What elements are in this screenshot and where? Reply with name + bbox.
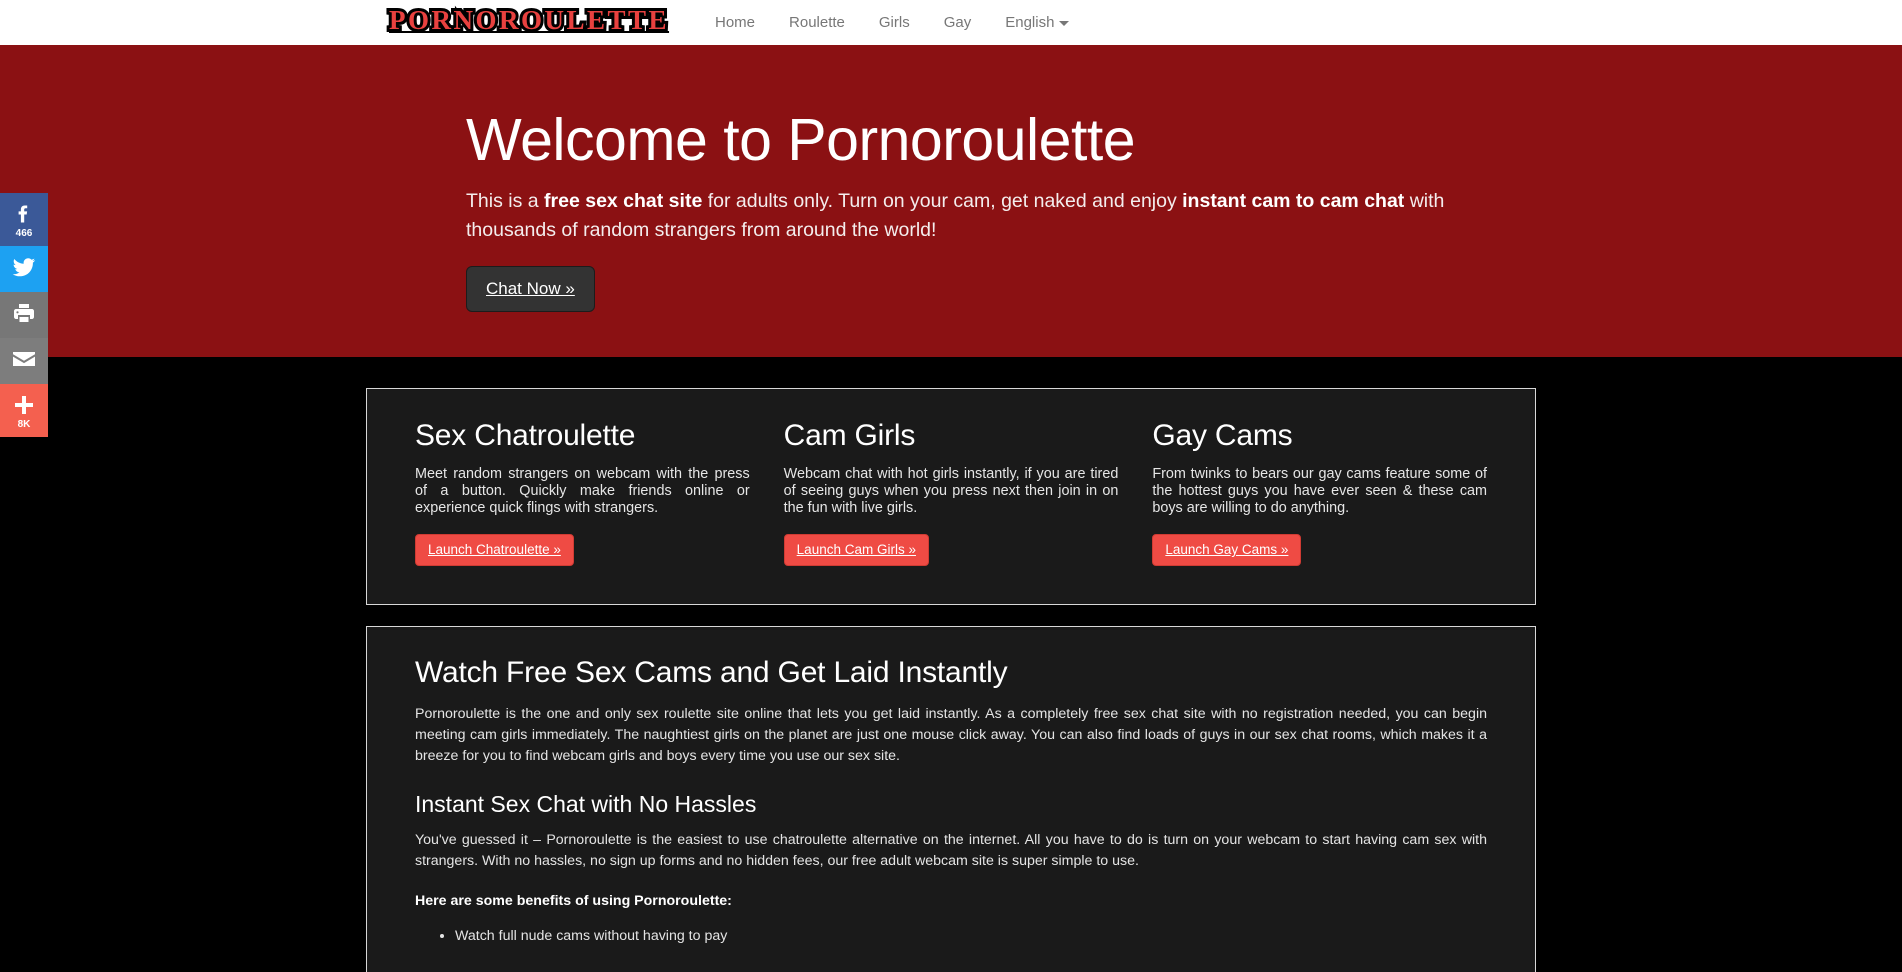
page-title: Welcome to Pornoroulette: [466, 107, 1136, 173]
facebook-icon: [0, 202, 48, 228]
share-button-twitter[interactable]: [0, 246, 48, 292]
chat-now-button[interactable]: Chat Now »: [466, 266, 595, 312]
printer-icon: [0, 301, 48, 327]
launch-cam-girls-button[interactable]: Launch Cam Girls »: [783, 534, 929, 566]
nav-item-home[interactable]: Home: [698, 0, 772, 45]
hero-text-bold-1: free sex chat site: [544, 190, 703, 212]
feature-description: Meet random strangers on webcam with the…: [415, 466, 750, 516]
launch-chatroulette-button[interactable]: Launch Chatroulette »: [415, 534, 574, 566]
features-panel: Sex Chatroulette Meet random strangers o…: [366, 388, 1536, 605]
social-share-rail: 466 8K: [0, 193, 48, 437]
feature-description: Webcam chat with hot girls instantly, if…: [783, 466, 1119, 516]
nav-item-roulette[interactable]: Roulette: [772, 0, 862, 45]
benefits-list: Watch full nude cams without having to p…: [415, 926, 1487, 947]
feature-title: Cam Girls: [783, 419, 916, 452]
facebook-share-count: 466: [15, 228, 33, 239]
nav-item-language[interactable]: English: [988, 0, 1086, 45]
share-button-print[interactable]: [0, 292, 48, 338]
chevron-down-icon: [1059, 20, 1070, 26]
twitter-icon: [0, 255, 48, 281]
article-paragraph-2: You've guessed it – Pornoroulette is the…: [415, 832, 1487, 869]
feature-title: Gay Cams: [1152, 419, 1293, 452]
language-label: English: [1005, 14, 1055, 31]
hero-text-1: This is a: [466, 190, 545, 212]
launch-gay-cams-button[interactable]: Launch Gay Cams »: [1152, 534, 1302, 566]
feature-card-chatroulette: Sex Chatroulette Meet random strangers o…: [415, 419, 784, 566]
article-panel: Watch Free Sex Cams and Get Laid Instant…: [366, 626, 1536, 972]
hero-description: This is a free sex chat site for adults …: [466, 187, 1502, 245]
share-button-more[interactable]: 8K: [0, 384, 48, 437]
feature-card-gay-cams: Gay Cams From twinks to bears our gay ca…: [1152, 419, 1487, 566]
site-logo[interactable]: PORNOROULETTE: [385, 2, 673, 38]
top-navbar: PORNOROULETTE Home Roulette Girls Gay En…: [0, 0, 1902, 47]
share-button-facebook[interactable]: 466: [0, 193, 48, 246]
article-heading: Watch Free Sex Cams and Get Laid Instant…: [415, 656, 1008, 689]
more-share-count: 8K: [17, 419, 31, 430]
feature-description: From twinks to bears our gay cams featur…: [1152, 466, 1488, 516]
plus-icon: [0, 393, 48, 419]
feature-card-cam-girls: Cam Girls Webcam chat with hot girls ins…: [783, 419, 1153, 566]
article-subheading: Instant Sex Chat with No Hassles: [415, 791, 757, 817]
feature-title: Sex Chatroulette: [415, 419, 636, 452]
hero-container: Welcome to Pornoroulette This is a free …: [385, 107, 1517, 312]
article-paragraph-1: Pornoroulette is the one and only sex ro…: [415, 706, 1487, 764]
nav-item-gay[interactable]: Gay: [927, 0, 989, 45]
share-button-email[interactable]: [0, 338, 48, 384]
hero-text-bold-2: instant cam to cam chat: [1182, 190, 1405, 212]
envelope-icon: [0, 347, 48, 373]
hero-banner: Welcome to Pornoroulette This is a free …: [0, 47, 1902, 357]
list-item: Watch full nude cams without having to p…: [455, 926, 1487, 947]
benefits-intro: Here are some benefits of using Pornorou…: [415, 893, 732, 909]
main-navigation: Home Roulette Girls Gay English: [698, 0, 1086, 45]
hero-text-2: for adults only. Turn on your cam, get n…: [702, 190, 1183, 212]
nav-item-girls[interactable]: Girls: [862, 0, 927, 45]
